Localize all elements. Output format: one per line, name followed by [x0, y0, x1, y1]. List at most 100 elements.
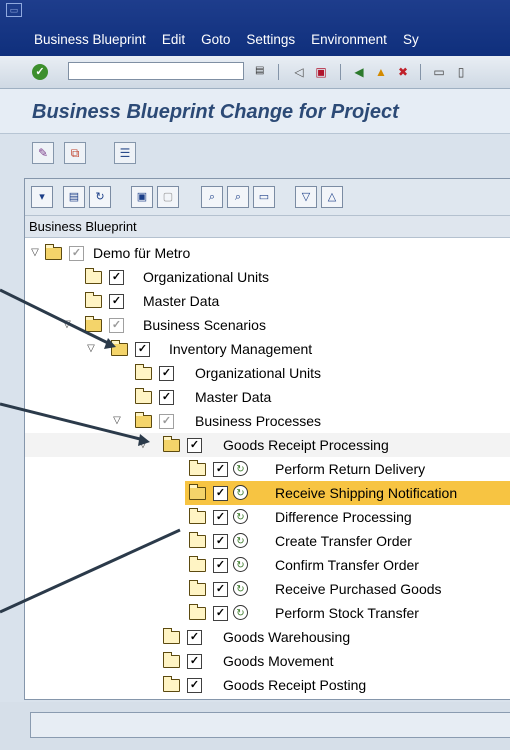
tree-row[interactable]: ✓ ↻ Perform Return Delivery: [25, 457, 510, 481]
find-icon[interactable]: ▯: [452, 63, 470, 81]
tree-row[interactable]: ▽ ✓ Business Scenarios: [25, 313, 510, 337]
copy-icon[interactable]: ▣: [131, 186, 153, 208]
page-title: Business Blueprint Change for Project: [32, 101, 399, 123]
tree-row[interactable]: ▽ ✓ Inventory Management: [25, 337, 510, 361]
filter-icon[interactable]: ▾: [31, 186, 53, 208]
folder-open-icon: [135, 412, 152, 428]
menu-system[interactable]: Sy: [403, 32, 419, 47]
command-history-icon[interactable]: ▤: [255, 64, 267, 78]
folder-icon: [163, 676, 180, 692]
structure-icon[interactable]: ▤: [63, 186, 85, 208]
menu-business-blueprint[interactable]: Business Blueprint: [34, 32, 146, 47]
checkbox[interactable]: ✓: [109, 318, 124, 333]
command-field[interactable]: [68, 62, 244, 80]
tree-row-selected[interactable]: ✓ ↻ Receive Shipping Notification: [185, 481, 510, 505]
folder-icon: [189, 508, 206, 524]
checkbox[interactable]: ✓: [159, 366, 174, 381]
other-object-icon[interactable]: ⧉: [64, 142, 86, 164]
tree-row-label: Goods Movement: [223, 653, 334, 669]
tree-toolbar: ▾ ▤ ↻ ▣ ▢ ⌕ ⌕ ▭ ▽ △: [25, 179, 510, 216]
menu-goto[interactable]: Goto: [201, 32, 230, 47]
tree-row[interactable]: ✓ Goods Warehousing: [25, 625, 510, 649]
checkbox[interactable]: ✓: [159, 390, 174, 405]
checkbox[interactable]: ✓: [69, 246, 84, 261]
tree-row[interactable]: ✓ Organizational Units: [25, 265, 510, 289]
tree-row[interactable]: ✓ Master Data: [25, 385, 510, 409]
process-step-icon: ↻: [233, 509, 248, 524]
tree-row[interactable]: ✓ Goods Movement: [25, 649, 510, 673]
checkbox[interactable]: ✓: [187, 630, 202, 645]
checkbox[interactable]: ✓: [187, 654, 202, 669]
tree-row-label: Difference Processing: [275, 509, 412, 525]
menu-settings[interactable]: Settings: [246, 32, 295, 47]
checkbox[interactable]: ✓: [159, 414, 174, 429]
folder-icon: [163, 652, 180, 668]
checkbox[interactable]: ✓: [187, 678, 202, 693]
tree-row[interactable]: ▽ ✓ Goods Receipt Processing: [25, 433, 510, 457]
folder-open-icon: [189, 484, 206, 500]
folder-icon: [85, 268, 102, 284]
find-next-icon[interactable]: ⌕: [227, 186, 249, 208]
back-icon[interactable]: ◀: [350, 63, 368, 81]
checkbox[interactable]: ✓: [135, 342, 150, 357]
tree-row[interactable]: ✓ Organizational Units: [25, 361, 510, 385]
enter-icon[interactable]: ✓: [32, 64, 48, 80]
checkbox[interactable]: ✓: [213, 462, 228, 477]
checkbox[interactable]: ✓: [213, 486, 228, 501]
tree-row[interactable]: ✓ ↻ Difference Processing: [25, 505, 510, 529]
tree-row[interactable]: ✓ ↻ Perform Stock Transfer: [25, 601, 510, 625]
checkbox[interactable]: ✓: [213, 606, 228, 621]
application-toolbar: ✎ ⧉ ☰: [0, 134, 510, 174]
tree-row[interactable]: ✓ ↻ Receive Purchased Goods: [25, 577, 510, 601]
back-arrow-icon[interactable]: ◁: [290, 63, 308, 81]
expand-triangle-icon[interactable]: ▽: [61, 316, 73, 334]
menu-edit[interactable]: Edit: [162, 32, 185, 47]
tree-row-label: Organizational Units: [143, 269, 270, 285]
checkbox[interactable]: ✓: [213, 510, 228, 525]
checkbox[interactable]: ✓: [187, 438, 202, 453]
process-step-icon: ↻: [233, 485, 248, 500]
folder-icon: [85, 292, 102, 308]
tree-row-label: Perform Return Delivery: [275, 461, 426, 477]
toolbar-separator: [420, 64, 421, 80]
collapse-all-icon[interactable]: △: [321, 186, 343, 208]
paste-icon[interactable]: ▢: [157, 186, 179, 208]
find-icon[interactable]: ⌕: [201, 186, 223, 208]
folder-icon: [189, 556, 206, 572]
refresh-icon[interactable]: ↻: [89, 186, 111, 208]
blueprint-tree-panel: ▾ ▤ ↻ ▣ ▢ ⌕ ⌕ ▭ ▽ △ Business Blueprint ▽…: [24, 178, 510, 700]
system-menu-icon[interactable]: ▭: [6, 3, 22, 17]
tree-row-label: Inventory Management: [169, 341, 313, 357]
tree-row-label: Receive Shipping Notification: [275, 485, 458, 501]
print-icon[interactable]: ▭: [430, 63, 448, 81]
expand-triangle-icon[interactable]: ▽: [29, 244, 41, 262]
menu-environment[interactable]: Environment: [311, 32, 387, 47]
tree-row[interactable]: ✓ Goods Receipt Posting: [25, 673, 510, 697]
checkbox[interactable]: ✓: [109, 294, 124, 309]
checkbox[interactable]: ✓: [213, 582, 228, 597]
tree-row[interactable]: ▽ ✓ Business Processes: [25, 409, 510, 433]
toolbar-separator: [340, 64, 341, 80]
expand-triangle-icon[interactable]: ▽: [111, 412, 123, 430]
print-icon[interactable]: ▭: [253, 186, 275, 208]
cancel-icon[interactable]: ✖: [394, 63, 412, 81]
tree-row-label: Perform Stock Transfer: [275, 605, 419, 621]
change-display-icon[interactable]: ✎: [32, 142, 54, 164]
tree-column-header: Business Blueprint: [25, 216, 510, 238]
checkbox[interactable]: ✓: [109, 270, 124, 285]
save-icon[interactable]: ▣: [312, 63, 330, 81]
tree-row[interactable]: ✓ Master Data: [25, 289, 510, 313]
exit-icon[interactable]: ▲: [372, 63, 390, 81]
tree-row-label: Goods Receipt Processing: [223, 437, 389, 453]
checkbox[interactable]: ✓: [213, 558, 228, 573]
checkbox[interactable]: ✓: [213, 534, 228, 549]
expand-triangle-icon[interactable]: ▽: [137, 436, 149, 454]
list-icon[interactable]: ☰: [114, 142, 136, 164]
tree-row[interactable]: ▽ ✓ Demo für Metro: [25, 241, 510, 265]
process-step-icon: ↻: [233, 605, 248, 620]
expand-all-icon[interactable]: ▽: [295, 186, 317, 208]
folder-icon: [189, 580, 206, 596]
expand-triangle-icon[interactable]: ▽: [85, 340, 97, 358]
tree-row[interactable]: ✓ ↻ Create Transfer Order: [25, 529, 510, 553]
tree-row[interactable]: ✓ ↻ Confirm Transfer Order: [25, 553, 510, 577]
